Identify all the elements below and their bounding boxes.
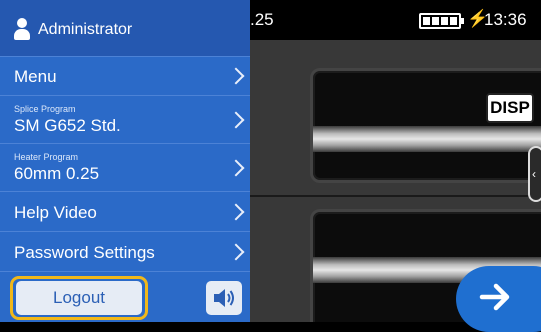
user-header: Administrator: [0, 0, 250, 57]
heater-program-caption: Heater Program: [14, 152, 79, 162]
speaker-icon: [214, 289, 234, 307]
status-partial-value: .25: [250, 10, 274, 29]
battery-icon: [419, 13, 464, 29]
menu-item-password-settings[interactable]: Password Settings: [0, 232, 250, 272]
next-button[interactable]: [456, 266, 541, 332]
fiber-image-top: [313, 126, 541, 152]
status-time: 13:36: [484, 10, 527, 29]
chevron-right-icon: [227, 243, 245, 261]
side-expand-tab[interactable]: ‹: [528, 146, 541, 202]
arrow-right-icon: [479, 283, 510, 311]
splice-program-value: SM G652 Std.: [14, 116, 121, 135]
splice-program-caption: Splice Program: [14, 104, 76, 114]
chevron-right-icon: [227, 111, 245, 129]
menu-item-label: Help Video: [14, 203, 97, 222]
chevron-right-icon: [227, 67, 245, 85]
disp-button[interactable]: DISP: [486, 93, 534, 123]
menu-item-splice-program[interactable]: Splice Program SM G652 Std.: [0, 96, 250, 144]
menu-item-heater-program[interactable]: Heater Program 60mm 0.25: [0, 144, 250, 192]
menu-item-help-video[interactable]: Help Video: [0, 192, 250, 232]
logout-button[interactable]: Logout: [16, 281, 142, 315]
sound-button[interactable]: [206, 281, 242, 315]
user-name: Administrator: [38, 21, 133, 38]
heater-program-value: 60mm 0.25: [14, 164, 100, 183]
menu-item-label: Menu: [14, 67, 57, 86]
chevron-right-icon: [227, 203, 245, 221]
user-icon: [14, 18, 30, 40]
menu-item-menu[interactable]: Menu: [0, 56, 250, 96]
menu-item-label: Password Settings: [14, 243, 155, 262]
chevron-right-icon: [227, 159, 245, 177]
menu-panel: Administrator Menu Splice Program SM G65…: [0, 0, 250, 322]
